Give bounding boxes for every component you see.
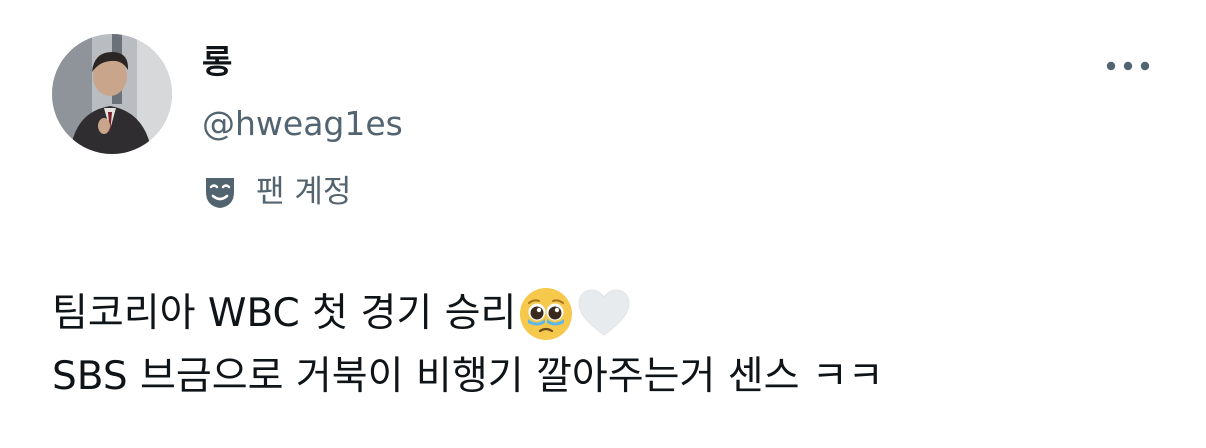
more-options-button[interactable] — [1098, 46, 1158, 86]
tweet-text-line-1: 팀코리아 WBC 첫 경기 승리 — [52, 282, 1172, 345]
tweet-card: 롱 @hweag1es 팬 계정 팀코리아 WBC 첫 경기 승리 SBS 브금… — [0, 0, 1206, 448]
tweet-text-line-1-text: 팀코리아 WBC 첫 경기 승리 — [52, 291, 517, 336]
avatar[interactable] — [52, 34, 172, 154]
pleading-face-emoji-icon — [520, 287, 573, 340]
fan-account-badge: 팬 계정 — [202, 168, 351, 216]
tweet-text: 팀코리아 WBC 첫 경기 승리 SBS 브금으로 거북이 비행기 깔아주는거 — [52, 282, 1172, 408]
more-options-icon — [1106, 61, 1150, 71]
theater-mask-icon — [206, 178, 234, 208]
user-handle[interactable]: @hweag1es — [202, 102, 403, 146]
white-heart-emoji-icon — [578, 288, 630, 336]
fan-account-label: 팬 계정 — [256, 174, 352, 210]
tweet-text-line-2-text: SBS 브금으로 거북이 비행기 깔아주는거 센스 ㅋㅋ — [52, 354, 884, 399]
profile-photo-icon — [52, 34, 172, 154]
tweet-text-line-2: SBS 브금으로 거북이 비행기 깔아주는거 센스 ㅋㅋ — [52, 345, 1172, 408]
display-name[interactable]: 롱 — [202, 40, 232, 84]
